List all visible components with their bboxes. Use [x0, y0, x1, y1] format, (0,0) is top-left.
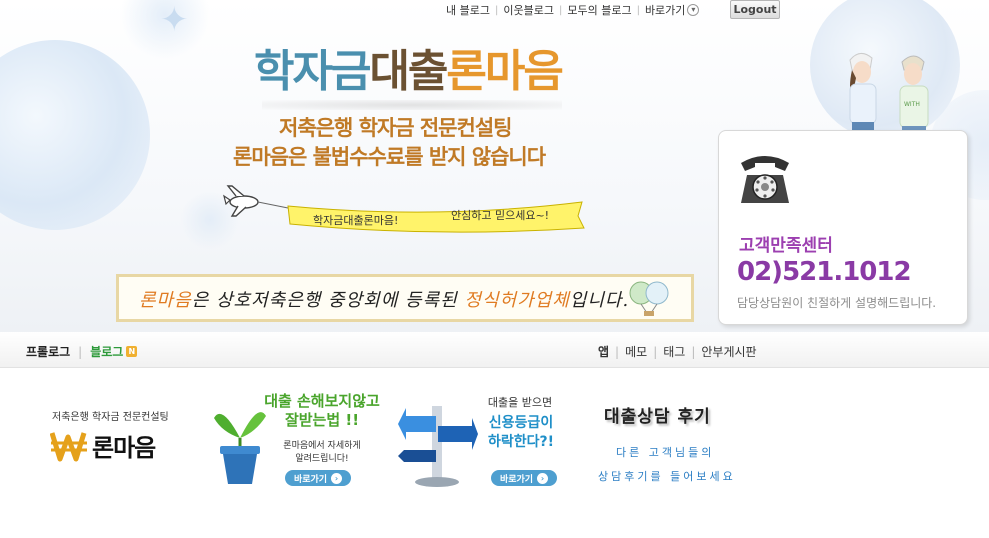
nav-separator: |	[636, 4, 640, 16]
menu-item-memo[interactable]: 메모	[625, 343, 647, 360]
subtitle-no-fees: 론마음은 불법수수료를 받지 않습니다	[233, 145, 546, 169]
chevron-down-icon[interactable]: ▾	[687, 4, 700, 16]
promo2-title-line1: 신용등급이	[488, 415, 554, 431]
notice-licensed: 정식허가업체	[464, 290, 570, 311]
go-button-label: 바로가기	[499, 474, 534, 485]
menu-left-group: 프롤로그 | 블로그 N	[26, 343, 138, 360]
balloon-icon	[629, 281, 669, 316]
logo-main: 론마음	[50, 428, 156, 463]
neighbor-blog-link[interactable]: 이웃블로그	[503, 2, 554, 18]
promo1-desc-line2: 알려드립니다!	[295, 454, 349, 464]
tab-blog[interactable]: 블로그	[90, 343, 123, 360]
subtitle-consulting: 저축은행 학자금 전문컨설팅	[279, 116, 512, 140]
review-line2: 상담후기를 들어보세요	[598, 470, 736, 483]
headline-part-2: 대출	[369, 46, 448, 97]
menu-item-tag[interactable]: 태그	[663, 343, 685, 360]
decorative-bubble	[0, 40, 150, 230]
menu-separator: |	[653, 344, 658, 359]
customer-center-phone: 02)521.1012	[737, 257, 912, 287]
promo1-title-line2: 잘받는법 !!	[284, 411, 360, 429]
my-blog-link[interactable]: 내 블로그	[446, 2, 490, 18]
signpost-icon	[398, 406, 478, 487]
banner-text-right: 안심하고 믿으세요~!	[451, 209, 550, 222]
page-title: 학자금대출론마음	[254, 42, 564, 102]
promo1-desc-line1: 론마음에서 자세하게	[283, 441, 361, 451]
registration-notice: 론마음은 상호저축은행 중앙회에 등록된 정식허가업체입니다.	[116, 274, 694, 322]
go-button-credit[interactable]: 바로가기 ›	[491, 470, 557, 486]
notice-text: 론마음은 상호저축은행 중앙회에 등록된 정식허가업체입니다.	[139, 286, 629, 312]
won-currency-icon	[50, 431, 87, 461]
promo-consult-reviews[interactable]: 대출상담 후기 다른 고객님들의 상담후기를 들어보세요	[588, 398, 748, 488]
go-button-loan-tips[interactable]: 바로가기 ›	[285, 470, 351, 486]
banner-text-left: 학자금대출론마음!	[313, 214, 399, 227]
blog-menu-bar: 프롤로그 | 블로그 N 앱 | 메모 | 태그 | 안부게시판	[0, 332, 989, 368]
promo1-title-line1: 대출 손해보지않고	[264, 392, 380, 410]
promo-loan-tips[interactable]: 대출 손해보지않고 잘받는법 !! 론마음에서 자세하게 알려드립니다! 바로가…	[212, 392, 387, 492]
logo-text: 론마음	[92, 434, 156, 462]
telephone-icon	[741, 156, 789, 203]
new-badge: N	[126, 346, 138, 357]
sprout-pot-icon	[214, 412, 266, 484]
menu-item-guestbook[interactable]: 안부게시판	[701, 343, 756, 360]
customer-center-description: 담당상담원이 친절하게 설명해드립니다.	[737, 296, 937, 310]
nav-separator: |	[494, 4, 499, 16]
shortcut-link[interactable]: 바로가기	[645, 2, 685, 18]
promo-credit-rating[interactable]: 대출을 받으면 신용등급이 하락한다?! 바로가기 ›	[398, 392, 568, 492]
airplane-icon	[223, 185, 289, 217]
brand-logo[interactable]: 저축은행 학자금 전문컨설팅 론마음	[50, 408, 210, 468]
sparkle-icon: ✦	[160, 0, 189, 40]
chevron-right-icon: ›	[537, 472, 549, 484]
top-navigation: 내 블로그 | 이웃블로그 | 모두의 블로그 | 바로가기 ▾	[446, 2, 700, 18]
logout-button[interactable]: Logout	[730, 0, 780, 19]
headline-part-1: 학자금	[254, 46, 371, 97]
promo2-title-line2: 하락한다?!	[487, 434, 555, 450]
menu-separator: |	[615, 344, 620, 359]
headline-shadow	[262, 100, 562, 110]
headline-part-3: 론마음	[446, 46, 563, 97]
review-title: 대출상담 후기	[604, 407, 711, 427]
customer-center-title: 고객만족센터	[739, 236, 833, 256]
shirt-print: WITH	[904, 101, 920, 108]
promo1-title: 대출 손해보지않고 잘받는법 !!	[262, 392, 382, 430]
tab-prologue[interactable]: 프롤로그	[26, 343, 70, 360]
all-blogs-link[interactable]: 모두의 블로그	[567, 2, 631, 18]
menu-right-group: 앱 | 메모 | 태그 | 안부게시판	[598, 343, 757, 360]
menu-item-app[interactable]: 앱	[598, 343, 609, 360]
hero-banner: ✦ 내 블로그 | 이웃블로그 | 모두의 블로그 | 바로가기 ▾ Logou…	[0, 0, 989, 332]
go-button-label: 바로가기	[293, 474, 328, 485]
promo2-small-text: 대출을 받으면	[487, 396, 553, 409]
promo2-title: 신용등급이 하락한다?!	[480, 414, 562, 452]
notice-middle: 은 상호저축은행 중앙회에 등록된	[191, 290, 465, 311]
promo1-description: 론마음에서 자세하게 알려드립니다!	[276, 440, 368, 466]
notice-end: 입니다.	[569, 290, 630, 311]
logo-subtitle: 저축은행 학자금 전문컨설팅	[52, 412, 169, 423]
nav-separator: |	[558, 4, 563, 16]
customer-center-card: 고객만족센터 02)521.1012 담당상담원이 친절하게 설명해드립니다.	[718, 130, 968, 325]
review-line1: 다른 고객님들의	[616, 446, 715, 459]
menu-separator: |	[691, 344, 696, 359]
chevron-right-icon: ›	[331, 472, 343, 484]
menu-separator: |	[78, 344, 83, 359]
notice-brand: 론마음	[139, 290, 192, 311]
